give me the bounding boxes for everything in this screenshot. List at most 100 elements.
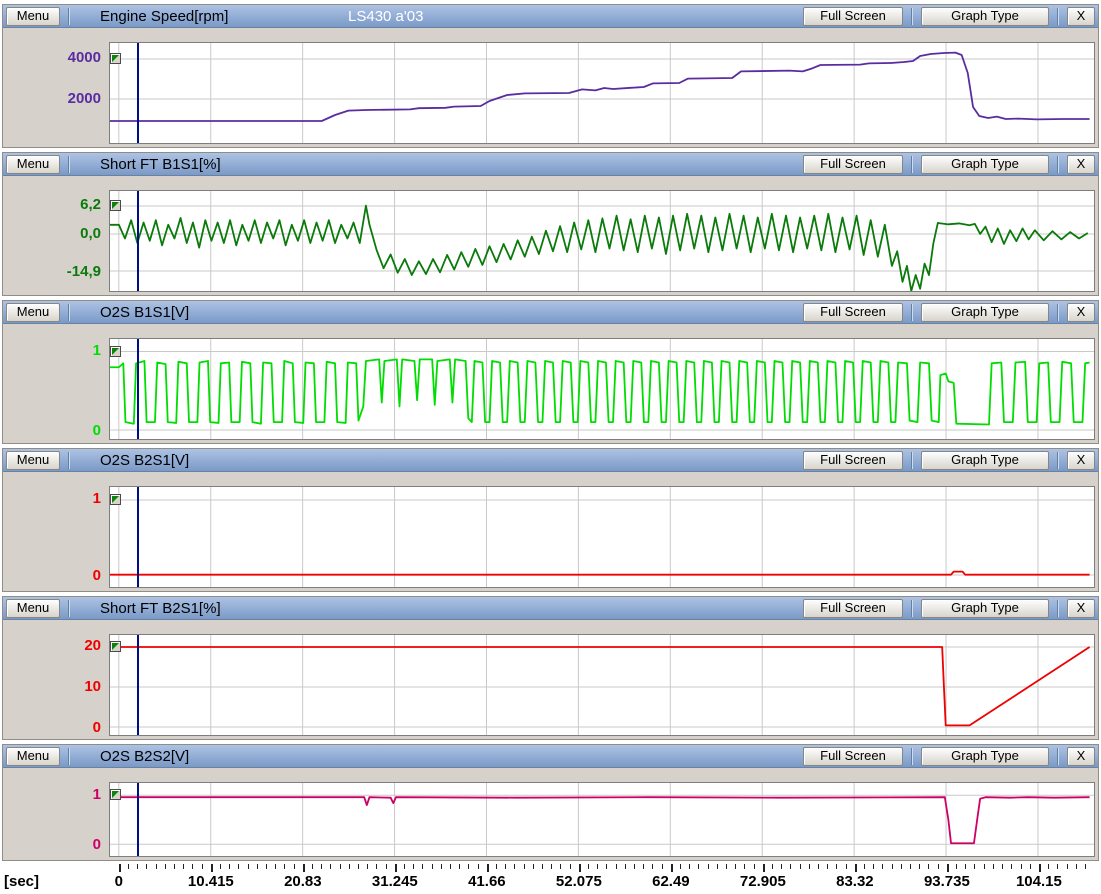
y-tick-label: 1 — [93, 490, 101, 507]
close-button[interactable]: X — [1067, 451, 1095, 470]
axis-minor-tick — [910, 864, 911, 869]
axis-minor-tick — [156, 864, 157, 869]
full-screen-button[interactable]: Full Screen — [803, 747, 903, 766]
separator — [68, 600, 70, 617]
axis-minor-tick — [146, 864, 147, 869]
y-axis-labels: 10 — [3, 486, 109, 588]
axis-minor-tick — [625, 864, 626, 869]
close-button[interactable]: X — [1067, 747, 1095, 766]
graph-type-button[interactable]: Graph Type — [921, 7, 1049, 26]
axis-minor-tick — [993, 864, 994, 869]
y-axis-handle[interactable] — [110, 346, 121, 357]
time-tick-label: 83.32 — [836, 873, 874, 890]
y-axis-handle[interactable] — [110, 53, 121, 64]
menu-button[interactable]: Menu — [6, 747, 60, 766]
separator — [1057, 304, 1059, 321]
axis-minor-tick — [229, 864, 230, 869]
time-tick-label: 20.83 — [284, 873, 322, 890]
axis-minor-tick — [698, 864, 699, 869]
axis-minor-tick — [1048, 864, 1049, 869]
y-axis-handle[interactable] — [110, 494, 121, 505]
time-cursor[interactable] — [137, 191, 139, 291]
gridlines — [110, 43, 1094, 143]
axis-minor-tick — [165, 864, 166, 869]
axis-minor-tick — [284, 864, 285, 869]
time-cursor[interactable] — [137, 339, 139, 439]
axis-minor-tick — [662, 864, 663, 869]
axis-minor-tick — [496, 864, 497, 869]
y-axis-handle[interactable] — [110, 789, 121, 800]
close-button[interactable]: X — [1067, 599, 1095, 618]
axis-major-tick — [579, 864, 581, 872]
time-tick-label: 52.075 — [556, 873, 602, 890]
y-axis-handle[interactable] — [110, 200, 121, 211]
plot-area — [109, 42, 1095, 144]
graph-type-button[interactable]: Graph Type — [921, 747, 1049, 766]
y-axis-handle[interactable] — [110, 641, 121, 652]
full-screen-button[interactable]: Full Screen — [803, 155, 903, 174]
plot-area — [109, 782, 1095, 857]
separator — [1057, 748, 1059, 765]
graph-type-button[interactable]: Graph Type — [921, 451, 1049, 470]
time-tick-label: 10.415 — [188, 873, 234, 890]
axis-major-tick — [947, 864, 949, 872]
y-axis-labels: 40002000 — [3, 42, 109, 144]
panel-header: Menu Short FT B2S1[%] Full Screen Graph … — [3, 597, 1098, 620]
y-axis-labels: 6,20,0-14,9 — [3, 190, 109, 292]
plot-area — [109, 486, 1095, 588]
gridlines — [110, 487, 1094, 587]
graph-type-button[interactable]: Graph Type — [921, 303, 1049, 322]
menu-button[interactable]: Menu — [6, 303, 60, 322]
axis-minor-tick — [956, 864, 957, 869]
menu-button[interactable]: Menu — [6, 599, 60, 618]
panel-header: Menu O2S B1S1[V] Full Screen Graph Type … — [3, 301, 1098, 324]
axis-minor-tick — [754, 864, 755, 869]
panel-header: Menu Short FT B1S1[%] Full Screen Graph … — [3, 153, 1098, 176]
time-cursor[interactable] — [137, 43, 139, 143]
axis-minor-tick — [919, 864, 920, 869]
axis-minor-tick — [652, 864, 653, 869]
time-cursor[interactable] — [137, 487, 139, 587]
separator — [911, 748, 913, 765]
panel-engine-speed: Menu Engine Speed[rpm] LS430 a'03 Full S… — [2, 4, 1099, 148]
axis-minor-tick — [1076, 864, 1077, 869]
axis-minor-tick — [192, 864, 193, 869]
full-screen-button[interactable]: Full Screen — [803, 7, 903, 26]
axis-minor-tick — [432, 864, 433, 869]
menu-button[interactable]: Menu — [6, 7, 60, 26]
axis-minor-tick — [1057, 864, 1058, 869]
close-button[interactable]: X — [1067, 7, 1095, 26]
y-axis-labels: 20100 — [3, 634, 109, 736]
menu-button[interactable]: Menu — [6, 451, 60, 470]
chart-svg — [110, 487, 1094, 587]
handle-arrow-icon — [112, 496, 119, 503]
axis-major-tick — [855, 864, 857, 872]
gridlines — [110, 783, 1094, 856]
graph-type-button[interactable]: Graph Type — [921, 155, 1049, 174]
y-tick-label: 1 — [93, 786, 101, 803]
axis-minor-tick — [781, 864, 782, 869]
close-button[interactable]: X — [1067, 155, 1095, 174]
separator — [1057, 600, 1059, 617]
full-screen-button[interactable]: Full Screen — [803, 599, 903, 618]
close-button[interactable]: X — [1067, 303, 1095, 322]
time-tick-label: 93.735 — [924, 873, 970, 890]
menu-button[interactable]: Menu — [6, 155, 60, 174]
y-tick-label: 6,2 — [80, 196, 101, 213]
time-cursor[interactable] — [137, 783, 139, 856]
axis-minor-tick — [873, 864, 874, 869]
full-screen-button[interactable]: Full Screen — [803, 303, 903, 322]
axis-minor-tick — [468, 864, 469, 869]
panel-title: O2S B2S2[V] — [100, 748, 189, 765]
graph-type-button[interactable]: Graph Type — [921, 599, 1049, 618]
time-cursor[interactable] — [137, 635, 139, 735]
full-screen-button[interactable]: Full Screen — [803, 451, 903, 470]
axis-minor-tick — [514, 864, 515, 869]
panel-short-ft-b2s1: Menu Short FT B2S1[%] Full Screen Graph … — [2, 596, 1099, 740]
axis-minor-tick — [864, 864, 865, 869]
axis-minor-tick — [386, 864, 387, 869]
panel-title: Engine Speed[rpm] — [100, 8, 228, 25]
axis-minor-tick — [560, 864, 561, 869]
y-tick-label: 10 — [84, 678, 101, 695]
axis-minor-tick — [220, 864, 221, 869]
